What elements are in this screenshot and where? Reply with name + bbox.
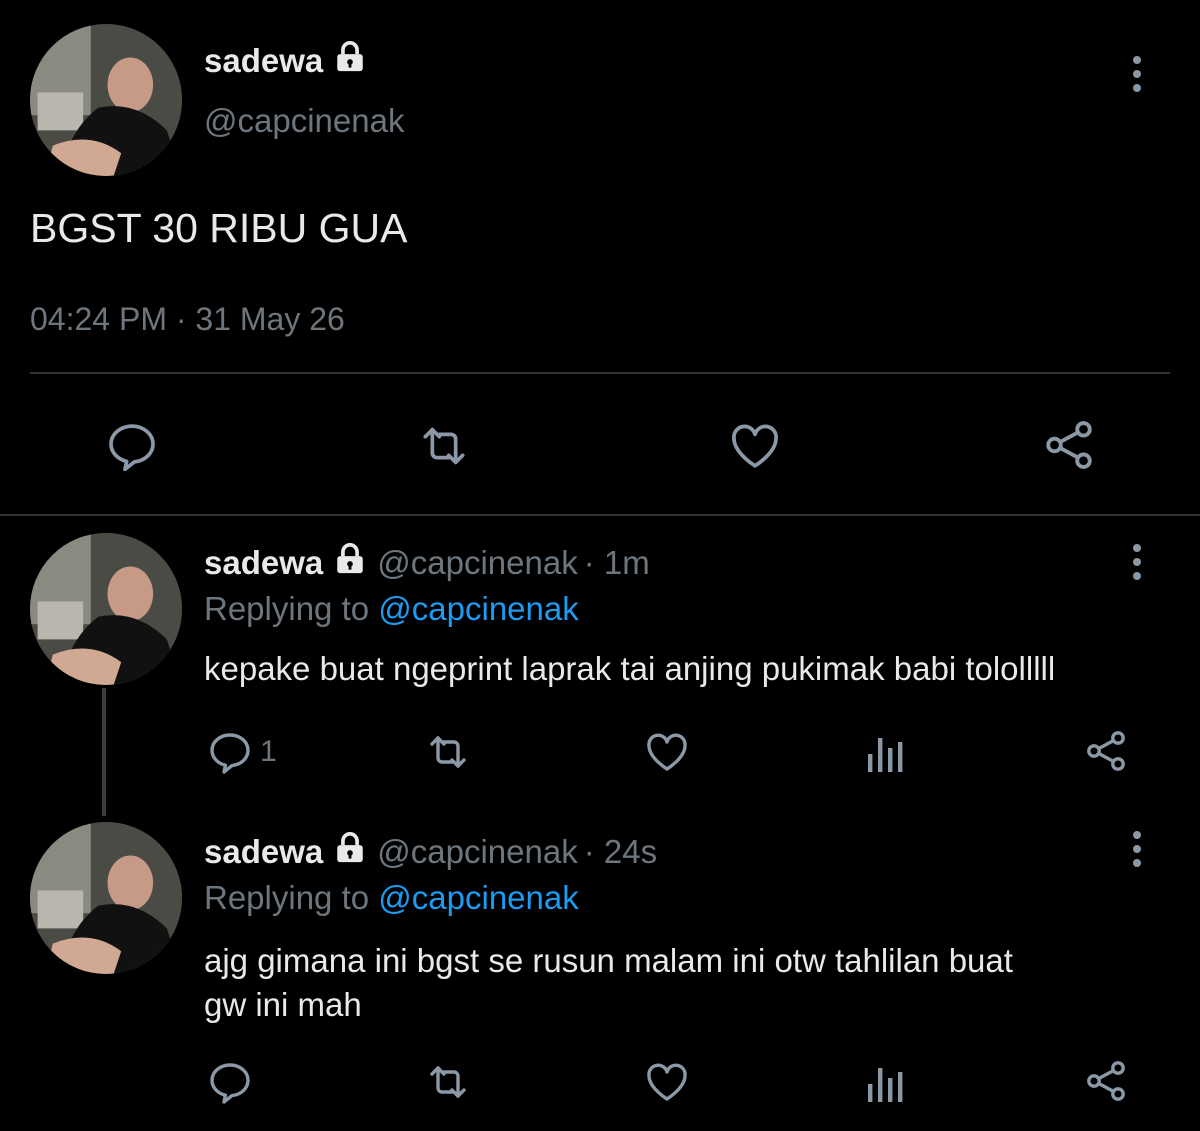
retweet-icon[interactable] — [414, 418, 474, 474]
divider — [0, 514, 1200, 516]
reply-count: 1 — [260, 735, 277, 768]
reply-icon[interactable] — [104, 418, 160, 474]
retweet-icon[interactable] — [422, 728, 474, 776]
display-name[interactable]: sadewa — [204, 544, 323, 582]
handle[interactable]: @capcinenak — [204, 102, 404, 140]
reply-text-line: ajg gimana ini bgst se rusun malam ini o… — [204, 942, 1013, 979]
more-options-icon[interactable] — [1133, 56, 1141, 92]
avatar[interactable] — [30, 533, 182, 685]
replying-to-label: Replying to — [204, 590, 370, 627]
display-name[interactable]: sadewa — [204, 42, 323, 80]
replying-to-label: Replying to — [204, 879, 370, 916]
handle[interactable]: @capcinenak — [377, 833, 577, 871]
lock-icon — [333, 40, 367, 82]
like-icon[interactable] — [726, 418, 784, 474]
replying-to-link[interactable]: @capcinenak — [378, 879, 578, 916]
analytics-icon[interactable] — [866, 730, 906, 774]
avatar[interactable] — [30, 822, 182, 974]
reply-text: kepake buat ngeprint laprak tai anjing p… — [204, 650, 1056, 687]
retweet-icon[interactable] — [422, 1058, 474, 1106]
reply-time: · 24s — [583, 833, 658, 870]
more-options-icon[interactable] — [1133, 831, 1141, 867]
more-options-icon[interactable] — [1133, 544, 1141, 580]
reply-icon[interactable]: 1 — [206, 728, 277, 776]
display-name[interactable]: sadewa — [204, 833, 323, 871]
thread-line — [102, 688, 106, 816]
share-icon[interactable] — [1040, 416, 1098, 474]
like-icon[interactable] — [642, 728, 692, 776]
replying-to-link[interactable]: @capcinenak — [378, 590, 578, 627]
reply-text: ajg gimana ini bgst se rusun malam ini o… — [204, 939, 1013, 1027]
share-icon[interactable] — [1082, 727, 1130, 775]
tweet-timestamp: 04:24 PM · 31 May 26 — [30, 301, 345, 337]
reply-text-line: gw ini mah — [204, 986, 362, 1023]
tweet-text: BGST 30 RIBU GUA — [30, 205, 408, 251]
handle[interactable]: @capcinenak — [377, 544, 577, 582]
analytics-icon[interactable] — [866, 1060, 906, 1104]
like-icon[interactable] — [642, 1058, 692, 1106]
lock-icon — [333, 542, 367, 584]
lock-icon — [333, 831, 367, 873]
reply-time: · 1m — [583, 544, 650, 581]
share-icon[interactable] — [1082, 1057, 1130, 1105]
divider — [30, 372, 1170, 374]
reply-icon[interactable] — [206, 1058, 254, 1106]
avatar[interactable] — [30, 24, 182, 176]
